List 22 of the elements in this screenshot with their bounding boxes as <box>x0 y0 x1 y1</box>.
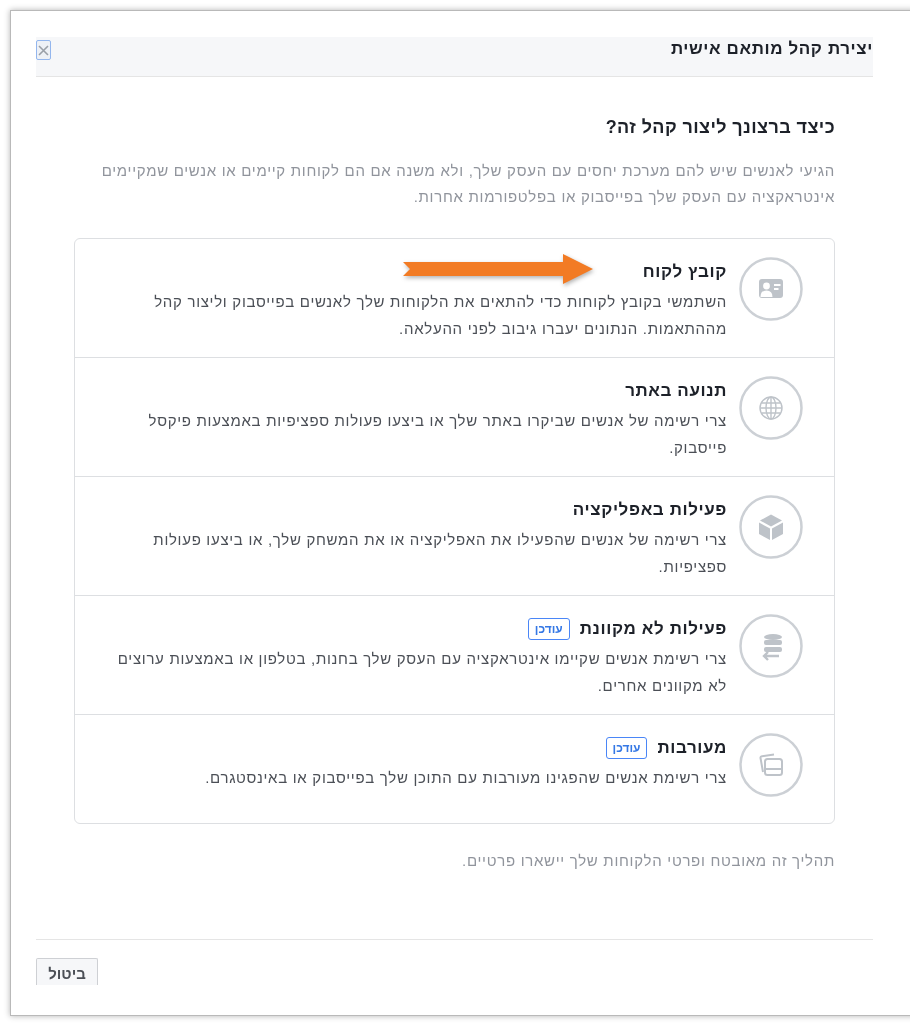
contact-card-icon <box>739 257 803 321</box>
option-description: צרי רשימת אנשים שהפגינו מעורבות עם התוכן שלך בפייסבוק או באינסטגרם. <box>204 768 727 788</box>
status-badge: עודכן <box>605 737 648 759</box>
status-badge: עודכן <box>527 618 570 640</box>
option-title[interactable]: פעילות לא מקוונת <box>579 619 727 639</box>
option-description: צרי רשימת אנשים שקיימו אינטראקציה עם העסק שלך בחנות, בטלפון או באמצעות ערוצים לא מקוונים אחרים. <box>116 649 727 696</box>
option-description: השתמשי בקובץ לקוחות כדי להתאים את הלקוחות שלך לאנשים בפייסבוק וליצור קהל מההתאמות. הנתונים יעברו גיבוב לפני ההעלאה. <box>153 292 727 339</box>
option-title[interactable]: מעורבות <box>657 738 727 758</box>
cube-icon <box>739 495 803 559</box>
globe-icon <box>739 376 803 440</box>
question-heading: כיצד ברצונך ליצור קהל זה? <box>604 116 835 138</box>
dialog-title: יצירת קהל מותאם אישית <box>670 39 873 59</box>
stacked-cards-icon <box>739 733 803 797</box>
option-title[interactable]: תנועה באתר <box>625 381 727 401</box>
option-title[interactable]: פעילות באפליקציה <box>572 500 727 520</box>
option-description: צרי רשימה של אנשים שביקרו באתר שלך או ביצעו פעולות ספציפיות באמצעות פיקסל פייסבוק. <box>147 411 727 458</box>
cancel-button[interactable]: ביטול <box>36 958 98 985</box>
privacy-note: תהליך זה מאובטח ופרטי הלקוחות שלך יישארו פרטיים. <box>461 851 835 871</box>
option-title[interactable]: קובץ לקוח <box>642 262 727 282</box>
question-description: הגיעי לאנשים שיש להם מערכת יחסים עם העסק שלך, ולא משנה אם הם לקוחות קיימים או אנשים שמקיימים אינטראקציה עם העסק שלך בפייסבוק או בפלטפורמות אחרות. <box>100 161 835 207</box>
option-description: צרי רשימה של אנשים שהפעילו את האפליקציה או את המשחק שלך, או ביצעו פעולות ספציפיות. <box>152 530 727 577</box>
close-icon[interactable] <box>36 40 51 60</box>
